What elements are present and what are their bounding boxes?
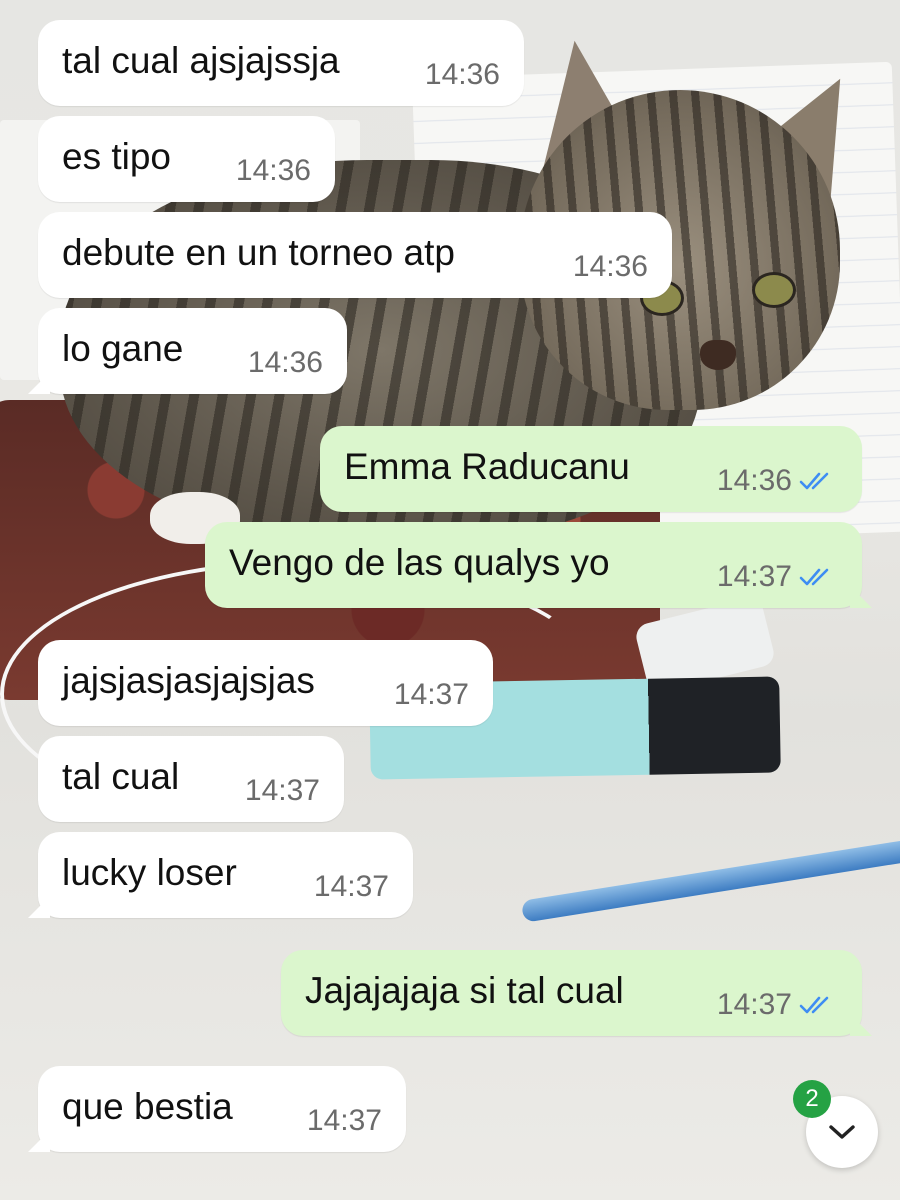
message-time: 14:36 xyxy=(572,250,648,283)
message-time: 14:37 xyxy=(716,988,792,1021)
message-text: tal cual xyxy=(62,756,180,797)
message-bubble-incoming[interactable]: tal cual 14:37 xyxy=(38,736,344,822)
read-receipt-icon xyxy=(799,996,829,1014)
bubble-tail xyxy=(28,1130,50,1152)
message-text: Vengo de las qualys yo xyxy=(229,542,610,583)
read-receipt-icon xyxy=(799,472,829,490)
read-receipt-icon xyxy=(799,568,829,586)
message-bubble-incoming[interactable]: es tipo 14:36 xyxy=(38,116,335,202)
message-time: 14:36 xyxy=(424,58,500,91)
message-time: 14:36 xyxy=(247,346,323,379)
message-text: es tipo xyxy=(62,136,172,177)
message-text: debute en un torneo atp xyxy=(62,232,455,273)
message-bubble-incoming[interactable]: tal cual ajsjajssja 14:36 xyxy=(38,20,524,106)
message-meta: 14:37 xyxy=(717,562,838,592)
message-bubble-incoming[interactable]: que bestia 14:37 xyxy=(28,1066,406,1152)
bubble-tail xyxy=(28,896,50,918)
message-time: 14:36 xyxy=(716,464,792,497)
message-text: lo gane xyxy=(62,328,184,369)
message-text: Emma Raducanu xyxy=(344,446,630,487)
chevron-down-icon xyxy=(829,1125,855,1139)
message-text: tal cual ajsjajssja xyxy=(62,40,340,81)
message-text: lucky loser xyxy=(62,852,237,893)
bubble-tail xyxy=(850,586,872,608)
message-time: 14:37 xyxy=(306,1104,382,1137)
message-meta: 14:37 xyxy=(717,990,838,1020)
message-bubble-outgoing[interactable]: Jajajajaja si tal cual 14:37 xyxy=(281,950,872,1036)
message-time: 14:37 xyxy=(716,560,792,593)
message-bubble-incoming[interactable]: lucky loser 14:37 xyxy=(28,832,413,918)
message-time: 14:37 xyxy=(313,870,389,903)
message-text: Jajajajaja si tal cual xyxy=(305,970,624,1011)
message-time: 14:36 xyxy=(235,154,311,187)
message-bubble-incoming[interactable]: jajsjasjasjajsjas 14:37 xyxy=(38,640,493,726)
message-bubble-incoming[interactable]: debute en un torneo atp 14:36 xyxy=(38,212,672,298)
message-meta: 14:36 xyxy=(717,466,838,496)
bubble-tail xyxy=(850,1014,872,1036)
message-bubble-outgoing[interactable]: Vengo de las qualys yo 14:37 xyxy=(205,522,872,608)
message-text: jajsjasjasjajsjas xyxy=(62,660,315,701)
message-time: 14:37 xyxy=(393,678,469,711)
bubble-tail xyxy=(28,372,50,394)
message-time: 14:37 xyxy=(244,774,320,807)
message-bubble-outgoing[interactable]: Emma Raducanu 14:36 xyxy=(320,426,862,512)
message-list[interactable]: tal cual ajsjajssja 14:36 es tipo 14:36 … xyxy=(0,0,900,1200)
message-bubble-incoming[interactable]: lo gane 14:36 xyxy=(28,308,347,394)
unread-count-badge: 2 xyxy=(793,1080,831,1118)
message-text: que bestia xyxy=(62,1086,233,1127)
